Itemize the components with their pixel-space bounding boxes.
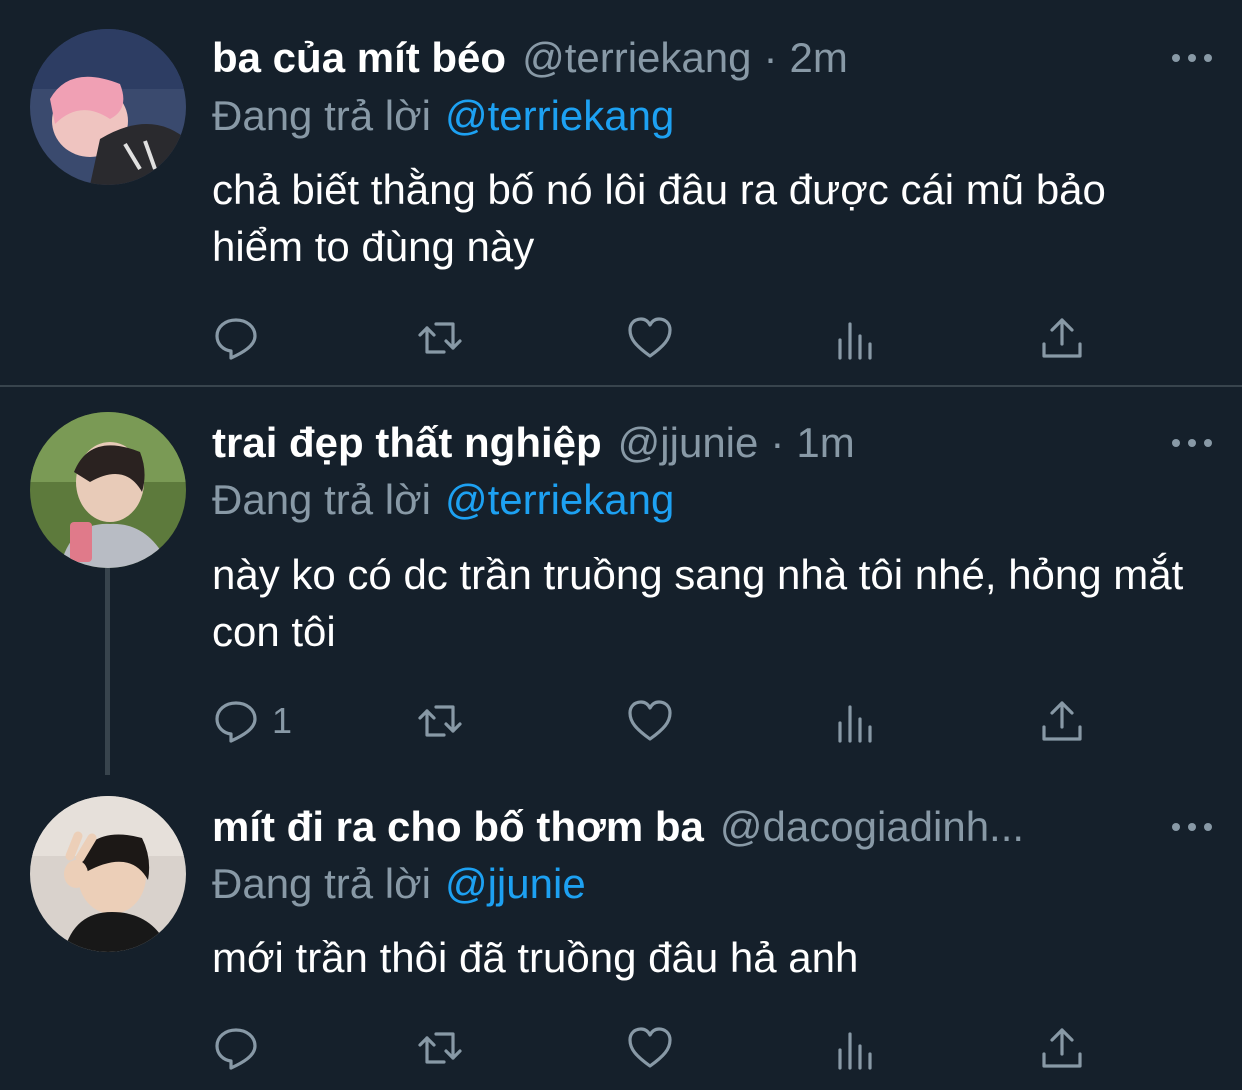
reply-icon: [215, 318, 257, 360]
tweet-text: mới trần thôi đã truồng đâu hả anh: [212, 934, 859, 981]
retweet-button[interactable]: [416, 693, 464, 749]
tweet-header: trai đẹp thất nghiệp @jjunie · 1m: [212, 413, 1182, 473]
mention-link[interactable]: @jjunie: [445, 860, 586, 907]
reply-button[interactable]: 1: [212, 693, 292, 749]
action-bar: [212, 1020, 1092, 1076]
share-icon: [1042, 701, 1082, 741]
tweet-text: này ko có dc trần truồng sang nhà tôi nh…: [212, 551, 1184, 655]
retweet-icon: [418, 705, 462, 737]
avatar[interactable]: [30, 412, 186, 568]
tweet-text: chả biết thằng bố nó lôi đâu ra được cái…: [212, 166, 1106, 270]
like-button[interactable]: [626, 1020, 674, 1076]
mention-link[interactable]: @terriekang: [445, 92, 674, 139]
share-icon: [1042, 1028, 1082, 1068]
analytics-button[interactable]: [832, 1020, 880, 1076]
avatar[interactable]: [30, 29, 186, 185]
reply-count: 1: [272, 700, 293, 741]
avatar[interactable]: [30, 796, 186, 952]
action-bar: 1: [212, 693, 1092, 749]
retweet-button[interactable]: [416, 1020, 464, 1076]
tweet-3[interactable]: mít đi ra cho bố thơm ba @dacogiadinh...…: [0, 770, 1242, 1090]
replying-label: Đang trả lời: [212, 476, 431, 523]
replying-to: Đang trả lời @jjunie: [212, 856, 586, 912]
analytics-button[interactable]: [832, 310, 880, 366]
more-options-icon[interactable]: [1172, 38, 1212, 78]
reply-icon: [215, 701, 257, 743]
more-options-icon[interactable]: [1172, 423, 1212, 463]
separator-dot: ·: [763, 34, 778, 81]
replying-label: Đang trả lời: [212, 92, 431, 139]
tweet-header: ba của mít béo @terriekang · 2m: [212, 28, 1182, 88]
share-button[interactable]: [1038, 693, 1086, 749]
display-name[interactable]: mít đi ra cho bố thơm ba: [212, 797, 704, 857]
tweet-1[interactable]: ba của mít béo @terriekang · 2m Đang trả…: [0, 0, 1242, 385]
replying-to: Đang trả lời @terriekang: [212, 472, 674, 528]
display-name[interactable]: trai đẹp thất nghiệp: [212, 413, 602, 473]
like-icon: [628, 1027, 672, 1068]
analytics-icon: [838, 1032, 872, 1070]
analytics-icon: [838, 322, 872, 360]
analytics-button[interactable]: [832, 693, 880, 749]
avatar-photo-pink-hair: [30, 29, 186, 185]
more-options-icon[interactable]: [1172, 807, 1212, 847]
like-button[interactable]: [626, 693, 674, 749]
reply-button[interactable]: [212, 1020, 260, 1076]
separator-dot: ·: [770, 419, 785, 466]
timestamp[interactable]: 2m: [789, 28, 847, 88]
share-icon: [1042, 318, 1082, 358]
display-name[interactable]: ba của mít béo: [212, 28, 506, 88]
like-icon: [628, 700, 672, 741]
like-icon: [628, 317, 672, 358]
retweet-icon: [418, 322, 462, 354]
action-bar: [212, 310, 1092, 366]
thread-connector-line: [105, 555, 110, 775]
mention-link[interactable]: @terriekang: [445, 476, 674, 523]
user-handle[interactable]: @terriekang: [522, 28, 751, 88]
analytics-icon: [838, 705, 872, 743]
retweet-icon: [418, 1032, 462, 1064]
user-handle[interactable]: @dacogiadinh...: [720, 797, 1024, 857]
tweet-header: mít đi ra cho bố thơm ba @dacogiadinh...: [212, 797, 1182, 857]
reply-icon: [215, 1028, 257, 1070]
replying-label: Đang trả lời: [212, 860, 431, 907]
retweet-button[interactable]: [416, 310, 464, 366]
avatar-photo-peace-sign: [30, 796, 186, 952]
tweet-2[interactable]: trai đẹp thất nghiệp @jjunie · 1m Đang t…: [0, 387, 1242, 775]
share-button[interactable]: [1038, 1020, 1086, 1076]
replying-to: Đang trả lời @terriekang: [212, 88, 674, 144]
user-handle[interactable]: @jjunie: [618, 413, 759, 473]
timestamp[interactable]: 1m: [796, 413, 854, 473]
like-button[interactable]: [626, 310, 674, 366]
avatar-photo-outdoor: [30, 412, 186, 568]
share-button[interactable]: [1038, 310, 1086, 366]
reply-button[interactable]: [212, 310, 260, 366]
